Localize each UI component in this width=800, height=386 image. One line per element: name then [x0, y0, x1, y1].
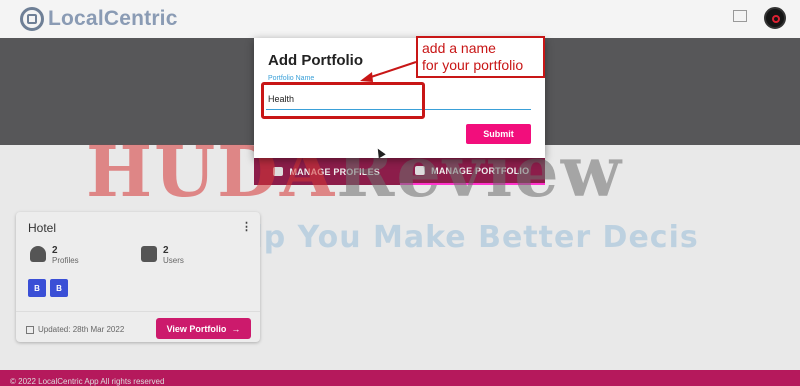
annotation-arrow	[360, 61, 417, 82]
